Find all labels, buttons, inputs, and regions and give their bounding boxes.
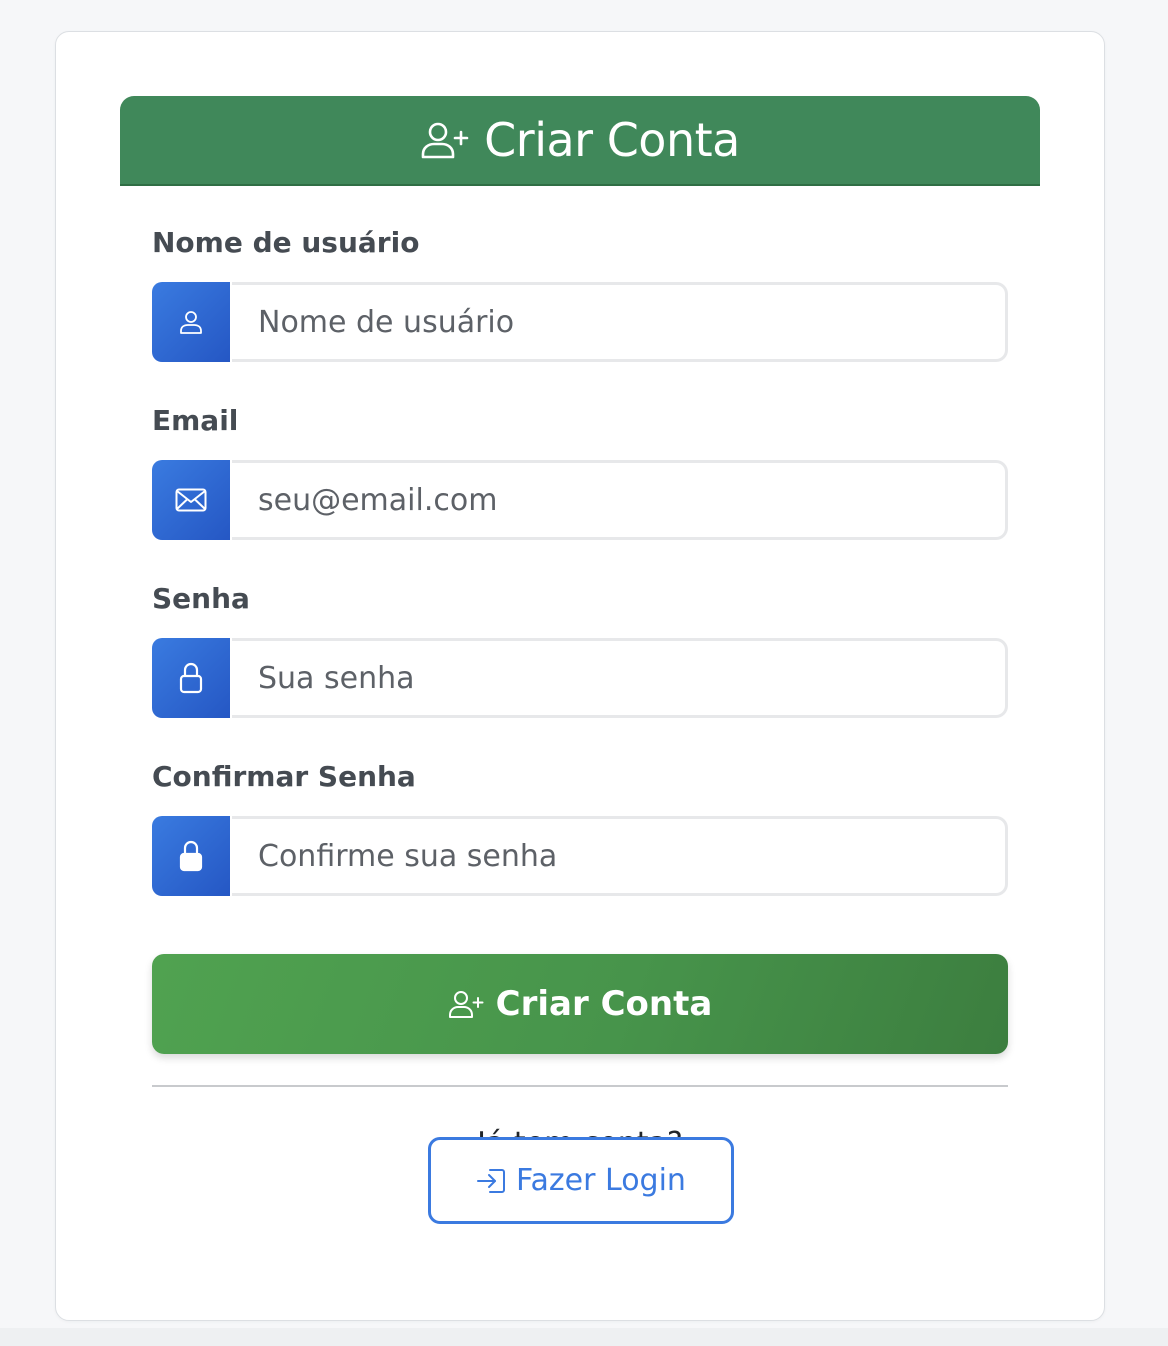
lock-outline-icon <box>152 638 230 718</box>
confirm-password-label: Confirmar Senha <box>152 760 416 793</box>
page-bottom-strip <box>0 1328 1168 1346</box>
lock-filled-icon <box>152 816 230 896</box>
password-input[interactable] <box>232 638 1008 718</box>
divider <box>152 1085 1008 1087</box>
confirm-password-group <box>152 816 1008 896</box>
login-button-label: Fazer Login <box>516 1163 686 1198</box>
password-group <box>152 638 1008 718</box>
username-input[interactable] <box>232 282 1008 362</box>
username-label: Nome de usuário <box>152 226 420 259</box>
page-title: Criar Conta <box>484 113 740 167</box>
user-plus-icon <box>420 120 470 160</box>
email-group <box>152 460 1008 540</box>
envelope-icon <box>152 460 230 540</box>
register-form: Nome de usuário Email <box>152 222 1008 896</box>
sign-in-icon <box>476 1167 506 1195</box>
username-group <box>152 282 1008 362</box>
email-input[interactable] <box>232 460 1008 540</box>
create-account-button[interactable]: Criar Conta <box>152 954 1008 1054</box>
user-icon <box>152 282 230 362</box>
password-label: Senha <box>152 582 250 615</box>
create-account-label: Criar Conta <box>495 984 713 1024</box>
login-button[interactable]: Fazer Login <box>428 1137 734 1224</box>
register-card: Criar Conta Nome de usuário Email <box>55 31 1105 1321</box>
confirm-password-input[interactable] <box>232 816 1008 896</box>
card-header: Criar Conta <box>120 96 1040 186</box>
user-plus-icon <box>448 989 484 1019</box>
email-label: Email <box>152 404 239 437</box>
